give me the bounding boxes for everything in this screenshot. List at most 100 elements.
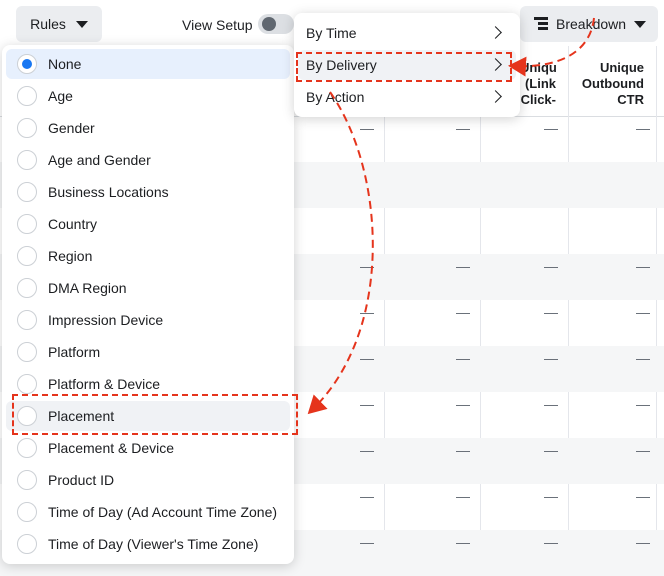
cell-empty: — — [360, 304, 374, 320]
radio-icon — [17, 246, 37, 266]
radio-icon — [17, 502, 37, 522]
option-label: None — [48, 56, 82, 72]
option-placement-and-device[interactable]: Placement & Device — [6, 433, 290, 463]
option-label: Age and Gender — [48, 152, 151, 168]
option-age-and-gender[interactable]: Age and Gender — [6, 145, 290, 175]
cell-empty: — — [456, 304, 470, 320]
cell-empty: — — [544, 304, 558, 320]
option-none[interactable]: None — [6, 49, 290, 79]
cell-empty: — — [544, 396, 558, 412]
cell-empty: — — [636, 258, 650, 274]
cell-empty: — — [636, 120, 650, 136]
option-business-locations[interactable]: Business Locations — [6, 177, 290, 207]
option-placement[interactable]: Placement — [6, 401, 290, 431]
radio-icon — [17, 214, 37, 234]
rules-button[interactable]: Rules — [16, 6, 102, 42]
cell-empty: — — [456, 258, 470, 274]
toggle-knob — [262, 17, 276, 31]
menu-item-label: By Action — [306, 89, 365, 105]
cell-empty: — — [544, 120, 558, 136]
cell-empty: — — [544, 488, 558, 504]
option-label: Placement — [48, 408, 115, 424]
option-label: DMA Region — [48, 280, 127, 296]
option-region[interactable]: Region — [6, 241, 290, 271]
option-label: Business Locations — [48, 184, 169, 200]
cell-empty: — — [456, 350, 470, 366]
cell-empty: — — [360, 120, 374, 136]
column-divider — [568, 46, 569, 564]
cell-empty: — — [636, 304, 650, 320]
option-age[interactable]: Age — [6, 81, 290, 111]
chevron-right-icon — [489, 26, 502, 39]
option-platform-and-device[interactable]: Platform & Device — [6, 369, 290, 399]
option-label: Age — [48, 88, 73, 104]
radio-icon — [17, 534, 37, 554]
radio-icon — [17, 406, 37, 426]
menu-item-label: By Time — [306, 25, 357, 41]
cell-empty: — — [360, 488, 374, 504]
menu-item-by-action[interactable]: By Action — [298, 82, 516, 112]
chevron-right-icon — [489, 90, 502, 103]
radio-icon — [17, 342, 37, 362]
column-divider — [384, 46, 385, 564]
cell-empty: — — [544, 350, 558, 366]
menu-item-by-delivery[interactable]: By Delivery — [298, 50, 516, 80]
option-product-id[interactable]: Product ID — [6, 465, 290, 495]
radio-selected-icon — [17, 54, 37, 74]
option-label: Time of Day (Ad Account Time Zone) — [48, 504, 278, 520]
cell-empty: — — [456, 488, 470, 504]
radio-icon — [17, 470, 37, 490]
option-label: Product ID — [48, 472, 115, 488]
radio-icon — [17, 310, 37, 330]
cell-empty: — — [636, 442, 650, 458]
cell-empty: — — [456, 534, 470, 550]
cell-empty: — — [636, 488, 650, 504]
radio-icon — [17, 86, 37, 106]
cell-empty: — — [636, 396, 650, 412]
cell-empty: — — [544, 534, 558, 550]
rules-button-label: Rules — [30, 16, 66, 32]
cell-empty: — — [360, 534, 374, 550]
delivery-options-menu: None Age Gender Age and Gender Business … — [2, 45, 294, 564]
menu-item-label: By Delivery — [306, 57, 377, 73]
column-header-unique-outbound-ctr[interactable]: Unique Outbound CTR — [578, 60, 644, 108]
radio-icon — [17, 118, 37, 138]
cell-empty: — — [456, 442, 470, 458]
view-setup-toggle[interactable] — [258, 14, 294, 34]
option-label: Country — [48, 216, 98, 232]
cell-empty: — — [636, 534, 650, 550]
option-dma-region[interactable]: DMA Region — [6, 273, 290, 303]
breakdown-button-label: Breakdown — [556, 16, 627, 32]
cell-empty: — — [456, 396, 470, 412]
option-impression-device[interactable]: Impression Device — [6, 305, 290, 335]
cell-empty: — — [636, 350, 650, 366]
menu-item-by-time[interactable]: By Time — [298, 18, 516, 48]
cell-empty: — — [360, 442, 374, 458]
caret-down-icon — [634, 20, 647, 28]
column-header-unique-link-click[interactable]: Unique (Link Click- — [520, 60, 556, 108]
option-gender[interactable]: Gender — [6, 113, 290, 143]
option-label: Gender — [48, 120, 95, 136]
option-label: Platform & Device — [48, 376, 161, 392]
option-time-of-day-ad-account[interactable]: Time of Day (Ad Account Time Zone) — [6, 497, 290, 527]
radio-icon — [17, 438, 37, 458]
cell-empty: — — [360, 258, 374, 274]
column-divider — [656, 46, 657, 564]
option-label: Platform — [48, 344, 101, 360]
option-label: Impression Device — [48, 312, 164, 328]
column-divider — [480, 46, 481, 564]
cell-empty: — — [456, 120, 470, 136]
cell-empty: — — [360, 396, 374, 412]
option-platform[interactable]: Platform — [6, 337, 290, 367]
option-label: Time of Day (Viewer's Time Zone) — [48, 536, 259, 552]
radio-icon — [17, 278, 37, 298]
breakdown-menu: By Time By Delivery By Action — [294, 13, 520, 117]
view-setup-label: View Setup — [182, 17, 253, 33]
option-country[interactable]: Country — [6, 209, 290, 239]
breakdown-button[interactable]: Breakdown — [520, 6, 658, 42]
breakdown-icon — [534, 17, 548, 31]
caret-down-icon — [75, 20, 88, 28]
option-time-of-day-viewer[interactable]: Time of Day (Viewer's Time Zone) — [6, 529, 290, 559]
radio-icon — [17, 374, 37, 394]
cell-empty: — — [544, 258, 558, 274]
